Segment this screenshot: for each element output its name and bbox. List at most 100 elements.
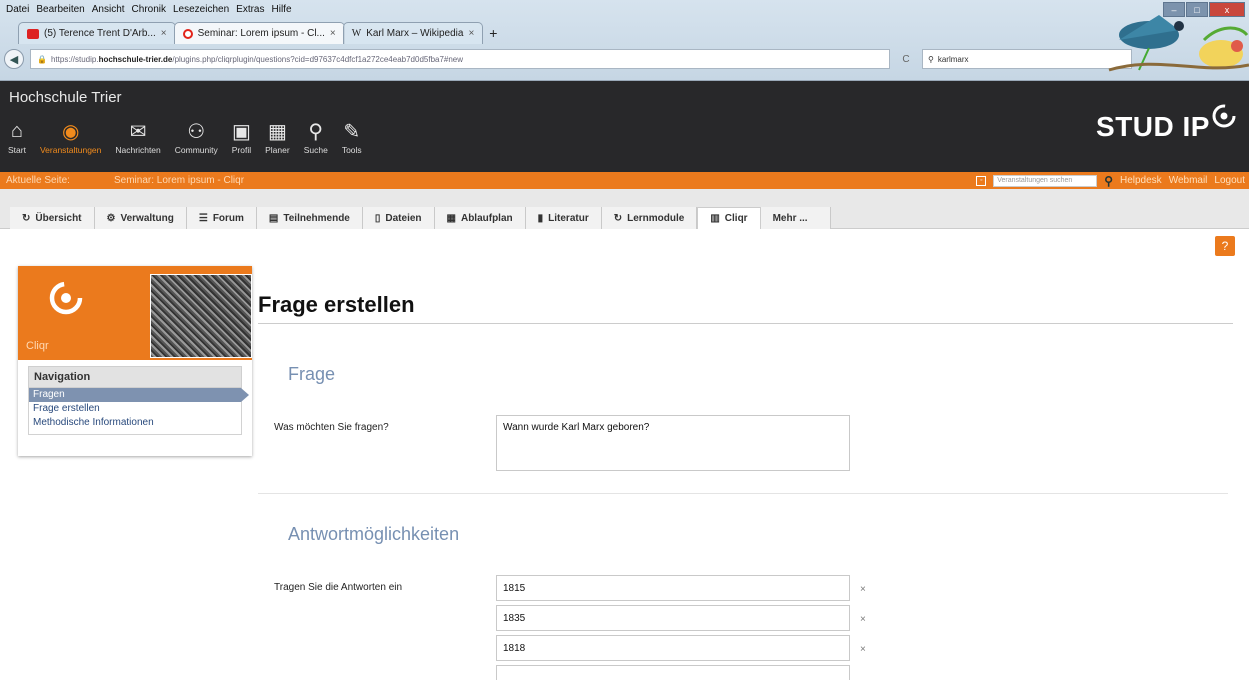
community-icon: ⚇ — [187, 120, 206, 143]
nav-start[interactable]: ⌂ Start — [8, 119, 26, 156]
breadcrumb-value: Seminar: Lorem ipsum - Cliqr — [114, 175, 245, 186]
main-navigation: ⌂ Start ◉ Veranstaltungen ✉ Nachrichten ⚇ Co… — [8, 119, 376, 156]
site-header: Hochschule Trier ⌂ Start ◉ Veranstaltungen… — [0, 81, 1249, 172]
tab-label: Teilnehmende — [283, 212, 350, 224]
remove-answer-icon[interactable]: × — [860, 584, 866, 595]
close-icon[interactable]: x — [1209, 2, 1245, 17]
tab-literatur[interactable]: ▮ Literatur — [525, 207, 602, 229]
logo-mark-icon — [1212, 104, 1236, 128]
sidebar-item-methodische-informationen[interactable]: Methodische Informationen — [29, 416, 241, 430]
home-icon: ⌂ — [10, 119, 24, 142]
tab-label: Ablaufplan — [460, 212, 513, 224]
answer-input-new[interactable] — [496, 665, 850, 680]
helpdesk-link[interactable]: Helpdesk — [1120, 175, 1162, 186]
menu-datei[interactable]: Datei — [6, 4, 29, 15]
tab-cliqr[interactable]: ▥ Cliqr — [697, 207, 761, 229]
nav-veranstaltungen[interactable]: ◉ Veranstaltungen — [40, 119, 101, 156]
answer-input-3[interactable]: 1818 — [496, 635, 850, 661]
address-bar[interactable]: 🔒 https://studip. hochschule-trier.de/plu… — [30, 49, 890, 69]
logo-text: STUD IP — [1096, 111, 1210, 142]
admin-icon: ⚙ — [106, 212, 116, 224]
cliqr-logo-icon — [49, 281, 83, 315]
url-rest: /plugins.php/cliqrplugin/questions?cid=d… — [172, 54, 464, 64]
participants-icon: ▤ — [268, 212, 279, 224]
course-select-icon[interactable]: ◦ — [976, 175, 987, 186]
menu-ansicht[interactable]: Ansicht — [92, 4, 125, 15]
breadcrumb-label: Aktuelle Seite: — [6, 175, 70, 186]
sidebar-nav: Fragen Frage erstellen Methodische Infor… — [28, 388, 249, 435]
question-label: Was möchten Sie fragen? — [274, 422, 389, 433]
menu-lesezeichen[interactable]: Lesezeichen — [173, 4, 229, 15]
studip-logo[interactable]: STUD IP — [1096, 103, 1237, 143]
nav-tools[interactable]: ✎ Tools — [341, 119, 362, 156]
nav-label: Profil — [231, 145, 252, 155]
tab-lernmodule[interactable]: ↻ Lernmodule — [601, 207, 698, 229]
menu-hilfe[interactable]: Hilfe — [272, 4, 292, 15]
nav-planer[interactable]: ▦ Planer — [265, 119, 290, 156]
search-icon[interactable]: ⚲ — [1104, 174, 1113, 188]
reload-icon[interactable]: C — [896, 54, 916, 65]
tab-label: Mehr ... — [772, 212, 808, 224]
tab-mehr[interactable]: Mehr ... — [760, 207, 831, 229]
browser-tab-seminar[interactable]: Seminar: Lorem ipsum - Cl... × — [173, 22, 345, 44]
tab-close-icon[interactable]: × — [161, 28, 167, 39]
tab-label: Forum — [212, 212, 244, 224]
menu-bar: Datei Bearbeiten Ansicht Chronik Lesezei… — [0, 0, 292, 18]
webmail-link[interactable]: Webmail — [1169, 175, 1208, 186]
nav-label: Tools — [341, 145, 362, 155]
nav-nachrichten[interactable]: ✉ Nachrichten — [115, 119, 161, 156]
literature-icon: ▮ — [537, 212, 544, 224]
tab-ablaufplan[interactable]: ▦ Ablaufplan — [434, 207, 526, 229]
answer-input-2[interactable]: 1835 — [496, 605, 850, 631]
profile-icon: ▣ — [231, 120, 251, 143]
question-textarea[interactable]: Wann wurde Karl Marx geboren? — [496, 415, 850, 471]
schedule-icon: ▦ — [446, 212, 456, 224]
sidebar-item-frage-erstellen[interactable]: Frage erstellen — [29, 402, 241, 416]
tab-teilnehmende[interactable]: ▤ Teilnehmende — [256, 207, 363, 229]
tab-uebersicht[interactable]: ↻ Übersicht — [10, 207, 95, 229]
menu-chronik[interactable]: Chronik — [132, 4, 166, 15]
tab-label: Lernmodule — [627, 212, 685, 224]
browser-tabs: (5) Terence Trent D'Arb... × Seminar: Lo… — [18, 18, 505, 44]
tab-title: (5) Terence Trent D'Arb... — [44, 28, 156, 39]
nav-suche[interactable]: ⚲ Suche — [304, 119, 328, 156]
tab-close-icon[interactable]: × — [468, 28, 474, 39]
minimize-icon[interactable]: – — [1163, 2, 1185, 17]
menu-bearbeiten[interactable]: Bearbeiten — [36, 4, 84, 15]
remove-answer-icon[interactable]: × — [860, 614, 866, 625]
browser-tab-youtube[interactable]: (5) Terence Trent D'Arb... × — [18, 22, 176, 44]
nav-profil[interactable]: ▣ Profil — [231, 119, 252, 156]
browser-tab-wikipedia[interactable]: W Karl Marx – Wikipedia × — [342, 22, 484, 44]
calendar-icon: ▦ — [267, 120, 287, 143]
nav-label: Nachrichten — [115, 145, 161, 155]
page-title: Frage erstellen — [258, 292, 1233, 324]
logout-link[interactable]: Logout — [1214, 175, 1245, 186]
answer-input-1[interactable]: 1815 — [496, 575, 850, 601]
url-prefix: https://studip. — [50, 54, 99, 64]
course-search-input[interactable]: Veranstaltungen suchen — [993, 174, 1098, 187]
maximize-icon[interactable]: □ — [1186, 2, 1208, 17]
sidebar-item-fragen[interactable]: Fragen — [29, 388, 249, 402]
tab-label: Literatur — [548, 212, 589, 224]
menu-extras[interactable]: Extras — [236, 4, 264, 15]
tab-verwaltung[interactable]: ⚙ Verwaltung — [94, 207, 187, 229]
tab-label: Übersicht — [35, 212, 82, 224]
new-tab-button[interactable]: + — [481, 22, 507, 44]
courses-icon: ◉ — [61, 120, 80, 143]
back-button[interactable]: ◀ — [4, 49, 24, 69]
remove-answer-icon[interactable]: × — [860, 644, 866, 655]
tab-dateien[interactable]: ▯ Dateien — [362, 207, 435, 229]
nav-label: Community — [174, 145, 218, 155]
files-icon: ▯ — [374, 212, 381, 224]
lock-icon: 🔒 — [37, 54, 47, 64]
nav-community[interactable]: ⚇ Community — [174, 119, 218, 156]
sidebar: Cliqr Navigation Fragen Frage erstellen … — [18, 266, 252, 456]
cliqr-icon: ▥ — [710, 213, 720, 224]
section-answers-heading: Antwortmöglichkeiten — [288, 524, 460, 544]
tab-forum[interactable]: ☰ Forum — [186, 207, 257, 229]
tab-close-icon[interactable]: × — [330, 28, 336, 39]
youtube-icon — [27, 28, 39, 39]
help-button[interactable]: ? — [1215, 236, 1235, 256]
section-divider — [258, 493, 1228, 494]
tools-icon: ✎ — [343, 120, 361, 143]
